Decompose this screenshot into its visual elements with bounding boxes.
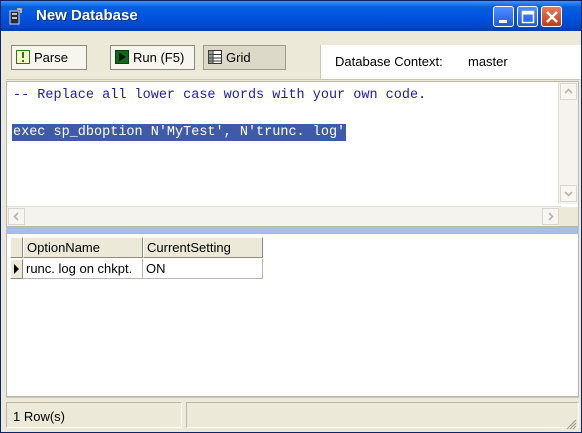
column-header-currentsetting[interactable]: CurrentSetting: [143, 237, 263, 258]
maximize-button[interactable]: [517, 6, 538, 27]
minimize-icon: [499, 20, 507, 23]
row-header[interactable]: [10, 259, 23, 279]
database-context-label: Database Context:: [335, 54, 443, 69]
database-context-select[interactable]: master: [468, 54, 508, 69]
db-window-icon: [9, 8, 22, 25]
table-cell-optionname[interactable]: runc. log on chkpt.: [23, 259, 143, 279]
run-label: Run (F5): [133, 50, 185, 65]
table-cell-currentsetting[interactable]: ON: [143, 259, 263, 279]
run-button[interactable]: Run (F5): [110, 45, 195, 70]
editor-vertical-scrollbar[interactable]: [558, 82, 578, 204]
close-icon: [546, 11, 558, 23]
chevron-down-icon: [564, 191, 573, 197]
database-context-panel: Database Context: master: [320, 45, 581, 79]
scroll-up-button[interactable]: [560, 83, 577, 100]
parse-icon: [16, 50, 30, 64]
editor-horizontal-scrollbar[interactable]: [7, 206, 561, 226]
scroll-right-button[interactable]: [542, 208, 559, 225]
parse-button[interactable]: Parse: [11, 45, 87, 70]
window-title: New Database: [36, 7, 138, 24]
grid-button[interactable]: Grid: [203, 45, 286, 70]
close-button[interactable]: [541, 6, 562, 27]
chevron-up-icon: [564, 88, 573, 94]
new-database-window: New Database Parse Run (F5) Grid Databas…: [0, 0, 582, 433]
scrollbar-corner: [559, 207, 578, 226]
size-grip-icon[interactable]: [565, 418, 577, 430]
minimize-button[interactable]: [493, 6, 514, 27]
code-line-selected: exec sp_dboption N'MyTest', N'trunc. log…: [12, 124, 347, 141]
grid-corner-header: [10, 237, 23, 258]
query-editor[interactable]: -- Replace all lower case words with you…: [6, 81, 579, 227]
code-line-comment: -- Replace all lower case words with you…: [13, 88, 427, 103]
status-bar: 1 Row(s): [6, 397, 579, 432]
parse-label: Parse: [34, 50, 68, 65]
chevron-left-icon: [13, 212, 19, 221]
row-count: 1 Row(s): [13, 409, 66, 424]
maximize-icon: [521, 10, 535, 24]
grid-icon: [208, 50, 222, 64]
scroll-left-button[interactable]: [8, 208, 25, 225]
chevron-right-icon: [548, 212, 554, 221]
scroll-down-button[interactable]: [560, 185, 577, 202]
toolbar: Parse Run (F5) Grid Database Context: ma…: [6, 41, 581, 80]
status-panel-empty: [186, 402, 579, 428]
row-pointer-icon: [14, 264, 19, 274]
title-bar[interactable]: New Database: [1, 1, 581, 31]
run-icon: [115, 50, 129, 64]
results-grid: OptionName CurrentSetting runc. log on c…: [6, 233, 579, 397]
grid-label: Grid: [226, 50, 251, 65]
status-panel-rows: 1 Row(s): [6, 402, 182, 428]
column-header-optionname[interactable]: OptionName: [23, 237, 143, 258]
